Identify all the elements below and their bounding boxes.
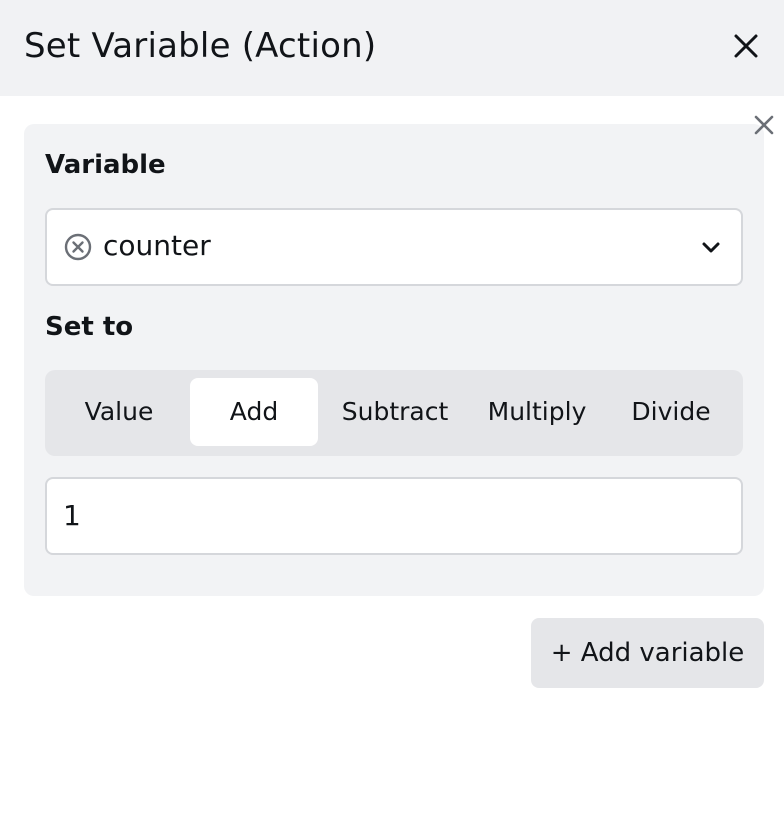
remove-card-icon[interactable] xyxy=(751,112,777,138)
operation-value-tab[interactable]: Value xyxy=(57,378,181,446)
operation-divide-tab[interactable]: Divide xyxy=(611,378,731,446)
amount-input[interactable]: 1 xyxy=(45,477,743,555)
variable-select-value: counter xyxy=(103,229,211,262)
variable-select[interactable]: counter xyxy=(45,208,743,286)
operation-add-tab[interactable]: Add xyxy=(190,378,318,446)
dialog-title: Set Variable (Action) xyxy=(24,26,377,66)
amount-input-value: 1 xyxy=(63,499,81,532)
close-icon[interactable] xyxy=(728,28,764,64)
operation-subtract-tab[interactable]: Subtract xyxy=(328,378,462,446)
clear-circle-icon[interactable] xyxy=(63,232,93,262)
operation-multiply-tab[interactable]: Multiply xyxy=(471,378,603,446)
add-variable-button[interactable]: + Add variable xyxy=(531,618,764,688)
chevron-down-icon[interactable] xyxy=(697,234,725,262)
operation-segmented-control: Value Add Subtract Multiply Divide xyxy=(45,370,743,456)
dialog-header: Set Variable (Action) xyxy=(0,0,784,96)
variable-label: Variable xyxy=(45,150,166,180)
set-to-label: Set to xyxy=(45,312,134,342)
